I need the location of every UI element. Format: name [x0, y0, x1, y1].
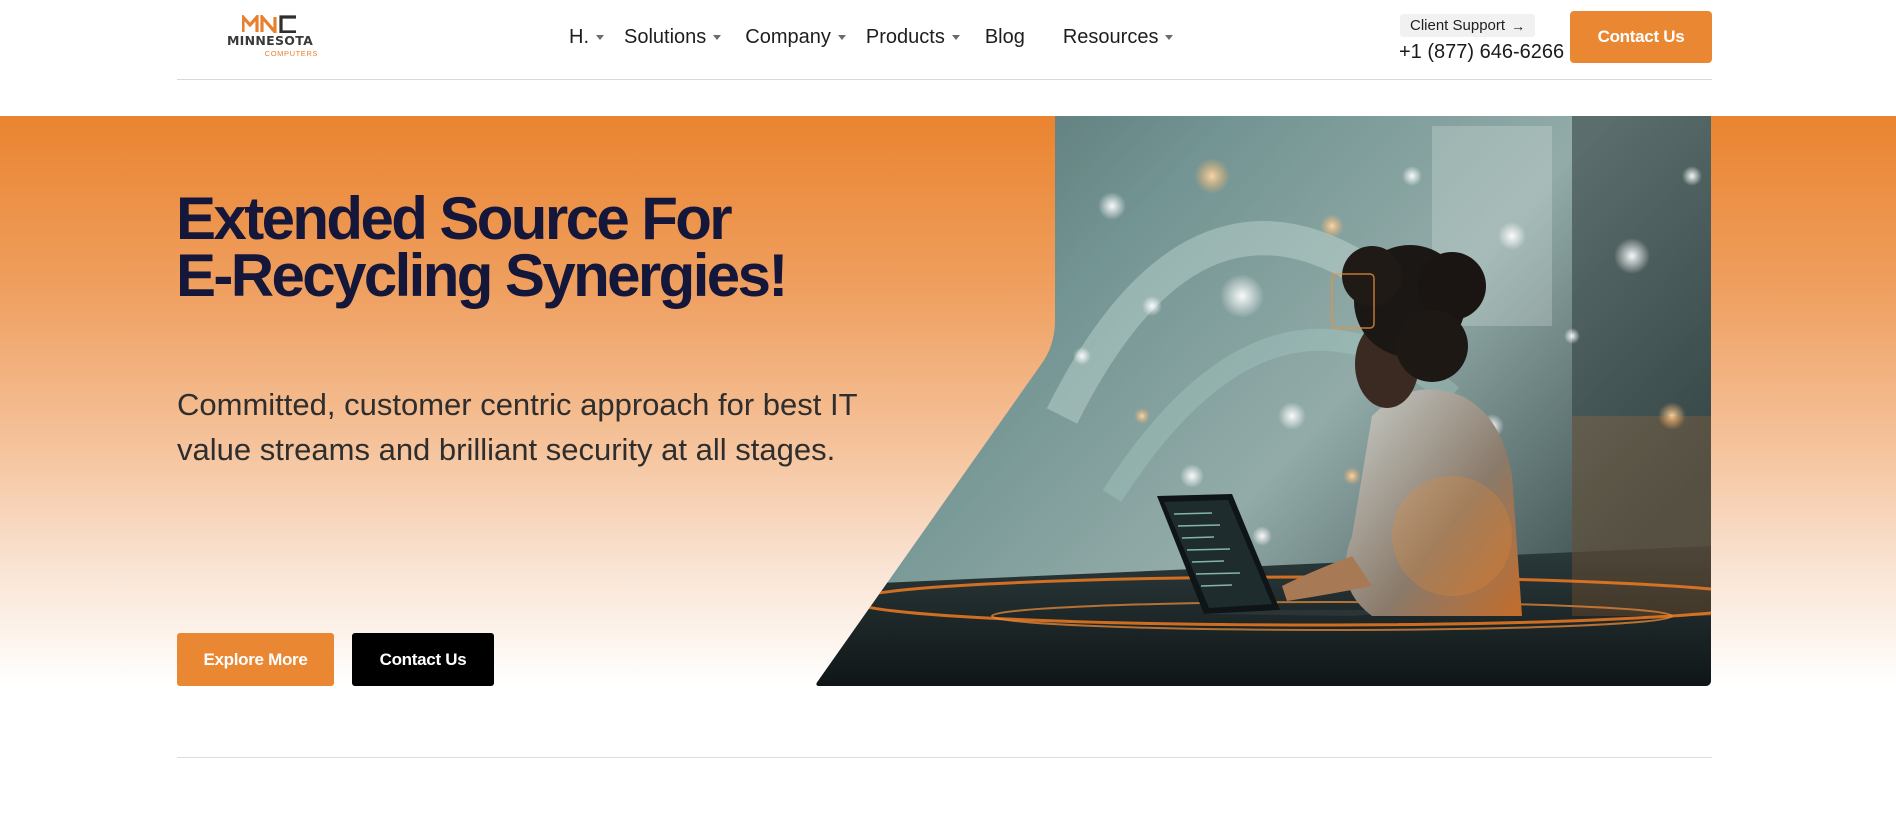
hero-contact-us-button[interactable]: Contact Us [352, 633, 494, 686]
arrow-right-icon: → [1511, 17, 1526, 34]
nav-item-label: Resources [1062, 25, 1159, 48]
client-support-link[interactable]: Client Support → [1400, 14, 1536, 37]
hero-subtitle: Committed, customer centric approach for… [177, 387, 857, 467]
contact-us-button[interactable]: Contact Us [1570, 11, 1712, 63]
client-support-label: Client Support [1410, 17, 1506, 34]
nav-item-label: Company [745, 25, 831, 48]
nav-item-label: Products [865, 25, 945, 48]
chevron-down-icon [1165, 35, 1174, 40]
hero-title-line-2: E-Recycling Synergies! [176, 242, 788, 309]
nav-item-resources[interactable]: Resources [1063, 22, 1174, 52]
phone-number[interactable]: +1 (877) 646-6266 [1399, 41, 1564, 64]
woman-laptop-technology-photo-icon [816, 116, 1711, 686]
chevron-down-icon [951, 35, 960, 40]
chevron-down-icon [713, 35, 722, 40]
brand-logo[interactable]: MINNESOTA COMPUTERS [218, 15, 322, 61]
nav-item-solutions[interactable]: Solutions [624, 22, 722, 52]
nav-item-blog[interactable]: Blog [985, 22, 1025, 52]
mnc-logo-mark-icon [242, 15, 296, 33]
nav-item-label: Blog [984, 25, 1025, 48]
section-divider [177, 757, 1712, 758]
hero-section: Extended Source For E-Recycling Synergie… [0, 116, 1896, 686]
nav-item-label: H. [569, 25, 589, 48]
nav-item-company[interactable]: Company [745, 22, 846, 52]
nav-item-label: Solutions [624, 25, 707, 48]
hero-title: Extended Source For E-Recycling Synergie… [176, 189, 876, 306]
chevron-down-icon [596, 35, 604, 40]
nav-item-products[interactable]: Products [866, 22, 960, 52]
hero-image [812, 116, 1711, 686]
brand-subname: COMPUTERS [264, 49, 318, 58]
header-divider [177, 79, 1712, 80]
site-header: MINNESOTA COMPUTERS H. Solutions Company… [0, 0, 1896, 80]
chevron-down-icon [837, 35, 846, 40]
explore-more-button[interactable]: Explore More [177, 633, 334, 686]
brand-name: MINNESOTA [226, 33, 314, 48]
nav-item-home[interactable]: H. [569, 22, 604, 52]
main-nav: H. Solutions Company Products Blog Resou… [569, 22, 1174, 52]
